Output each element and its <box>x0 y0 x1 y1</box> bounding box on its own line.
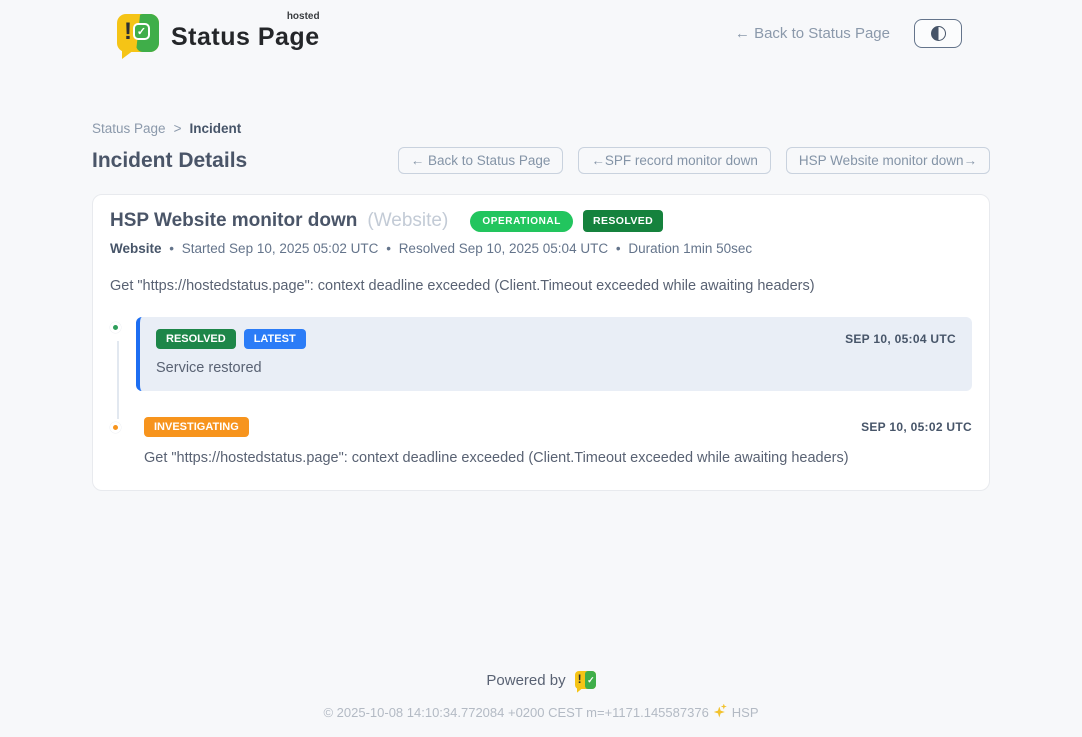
checkmark-icon: ✓ <box>133 23 150 40</box>
update-badges: RESOLVED LATEST <box>156 329 306 349</box>
powered-by-label: Powered by <box>486 672 565 689</box>
resolved-dot-icon <box>110 322 121 333</box>
footer: Powered by ! ✓ © 2025-10-08 14:10:34.772… <box>0 671 1082 720</box>
meta-component: Website <box>110 241 162 256</box>
timeline-entry: RESOLVED LATEST SEP 10, 05:04 UTC Servic… <box>110 317 972 391</box>
resolved-state-badge: RESOLVED <box>583 210 663 232</box>
update-timestamp: SEP 10, 05:02 UTC <box>861 420 972 434</box>
latest-badge: LATEST <box>244 329 306 349</box>
timeline-marker <box>110 322 127 333</box>
incident-title: HSP Website monitor down <box>110 210 357 232</box>
meta-started: Started Sep 10, 2025 05:02 UTC <box>182 241 379 256</box>
checkmark-icon: ✓ <box>587 675 595 686</box>
theme-toggle-button[interactable] <box>914 19 962 48</box>
meta-resolved: Resolved Sep 10, 2025 05:04 UTC <box>399 241 608 256</box>
update-badges: INVESTIGATING <box>144 417 249 437</box>
header: ! ✓ hosted Status Page ← Back to Status … <box>0 0 1082 52</box>
copyright-text: © 2025-10-08 14:10:34.772084 +0200 CEST … <box>323 705 708 720</box>
timeline-entry: INVESTIGATING SEP 10, 05:02 UTC Get "htt… <box>110 417 972 466</box>
copyright-line: © 2025-10-08 14:10:34.772084 +0200 CEST … <box>0 705 1082 720</box>
update-header: RESOLVED LATEST SEP 10, 05:04 UTC <box>156 329 956 349</box>
footer-brand: HSP <box>732 705 759 720</box>
investigating-dot-icon <box>110 422 121 433</box>
incident-meta: Website • Started Sep 10, 2025 05:02 UTC… <box>110 241 972 256</box>
title-row: Incident Details ← Back to Status Page ←… <box>92 147 990 174</box>
contrast-icon <box>931 26 946 41</box>
page-title: Incident Details <box>92 149 247 173</box>
operational-status-badge: OPERATIONAL <box>470 211 573 232</box>
update-message: Service restored <box>156 360 956 376</box>
incident-nav-buttons: ← Back to Status Page ←SPF record monito… <box>398 147 990 174</box>
exclamation-icon: ! <box>124 18 132 46</box>
update-header: INVESTIGATING SEP 10, 05:02 UTC <box>144 417 972 437</box>
app-logo[interactable]: ! ✓ hosted Status Page <box>117 14 320 52</box>
incident-description: Get "https://hostedstatus.page": context… <box>110 278 972 294</box>
timeline-marker <box>110 422 127 433</box>
powered-by-link[interactable]: Powered by ! ✓ <box>486 671 595 689</box>
back-to-status-page-link[interactable]: ← Back to Status Page <box>735 25 890 42</box>
breadcrumb-status-page[interactable]: Status Page <box>92 121 166 136</box>
brand-name: Status Page <box>171 23 320 51</box>
status-page-logo-icon: ! ✓ <box>117 14 159 52</box>
incident-component: (Website) <box>367 210 448 232</box>
back-to-status-page-button[interactable]: ← Back to Status Page <box>398 147 564 174</box>
brand-wordmark: hosted Status Page <box>171 15 320 52</box>
exclamation-icon: ! <box>578 672 582 686</box>
update-message: Get "https://hostedstatus.page": context… <box>144 450 972 466</box>
incident-timeline: RESOLVED LATEST SEP 10, 05:04 UTC Servic… <box>110 317 972 466</box>
breadcrumb-separator: > <box>174 121 182 136</box>
investigating-badge: INVESTIGATING <box>144 417 249 437</box>
brand-hosted-label: hosted <box>287 11 320 22</box>
breadcrumb-current: Incident <box>189 121 241 136</box>
resolved-badge: RESOLVED <box>156 329 236 349</box>
meta-duration: Duration 1min 50sec <box>628 241 752 256</box>
incident-card-header: HSP Website monitor down (Website) OPERA… <box>110 210 972 232</box>
meta-separator: • <box>169 241 174 256</box>
hsp-logo-icon: ! ✓ <box>575 671 596 689</box>
breadcrumb: Status Page > Incident <box>92 121 990 136</box>
sparkles-icon <box>714 706 727 719</box>
timeline-entry-content: INVESTIGATING SEP 10, 05:02 UTC Get "htt… <box>136 417 972 466</box>
update-timestamp: SEP 10, 05:04 UTC <box>845 332 956 346</box>
incident-card: HSP Website monitor down (Website) OPERA… <box>92 194 990 491</box>
meta-separator: • <box>616 241 621 256</box>
next-incident-button[interactable]: HSP Website monitor down→ <box>786 147 990 174</box>
latest-update-box: RESOLVED LATEST SEP 10, 05:04 UTC Servic… <box>136 317 972 391</box>
main-content: Status Page > Incident Incident Details … <box>92 52 990 491</box>
timeline-entry-content: RESOLVED LATEST SEP 10, 05:04 UTC Servic… <box>136 317 972 391</box>
meta-separator: • <box>386 241 391 256</box>
header-actions: ← Back to Status Page <box>735 19 962 48</box>
prev-incident-button[interactable]: ←SPF record monitor down <box>578 147 771 174</box>
